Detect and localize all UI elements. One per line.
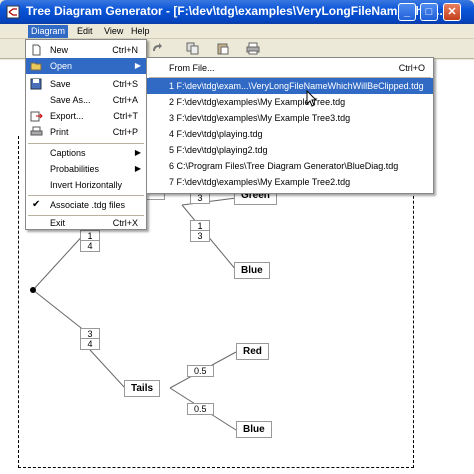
menu-diagram[interactable]: Diagram xyxy=(28,25,69,38)
maximize-button[interactable]: □ xyxy=(420,3,438,21)
menu-view[interactable]: View xyxy=(101,25,126,38)
menu-separator xyxy=(28,195,144,196)
prob-lower-branch[interactable]: 3 4 xyxy=(80,328,100,350)
submenu-arrow-icon: ▶ xyxy=(134,164,141,173)
menu-item-captions[interactable]: Captions ▶ xyxy=(26,145,146,161)
menu-item-print[interactable]: Print Ctrl+P xyxy=(26,124,146,140)
export-icon xyxy=(30,111,43,122)
node-red[interactable]: Red xyxy=(236,343,269,360)
node-blue-lower[interactable]: Blue xyxy=(236,421,272,438)
menu-item-open[interactable]: Open ▶ xyxy=(26,58,146,74)
redo-icon[interactable] xyxy=(150,42,164,55)
menu-item-export[interactable]: Export... Ctrl+T xyxy=(26,108,146,124)
recent-file-4[interactable]: 4 F:\dev\tdg\playing.tdg xyxy=(147,126,433,142)
prob-upper-blue[interactable]: 1 3 xyxy=(190,220,210,242)
app-icon xyxy=(6,5,20,19)
menu-help[interactable]: Help xyxy=(128,25,153,38)
submenu-arrow-icon: ▶ xyxy=(134,61,141,70)
recent-file-6[interactable]: 6 C:\Program Files\Tree Diagram Generato… xyxy=(147,158,433,174)
new-file-icon xyxy=(32,44,41,56)
submenu-item-from-file[interactable]: From File... Ctrl+O xyxy=(147,60,433,76)
menu-bar: Diagram Edit View Help xyxy=(0,24,474,39)
minimize-button[interactable]: _ xyxy=(398,3,416,21)
node-tails[interactable]: Tails xyxy=(124,380,161,397)
check-icon: ✔ xyxy=(32,199,41,210)
copy-icon[interactable] xyxy=(186,42,200,55)
menu-item-invert-horizontally[interactable]: Invert Horizontally xyxy=(26,177,146,193)
title-bar[interactable]: Tree Diagram Generator - [F:\dev\tdg\exa… xyxy=(0,0,474,24)
open-submenu: From File... Ctrl+O 1 F:\dev\tdg\exam...… xyxy=(146,57,434,194)
recent-file-7[interactable]: 7 F:\dev\tdg\examples\My Example Tree2.t… xyxy=(147,174,433,190)
paste-icon[interactable] xyxy=(216,42,230,55)
diagram-menu: New Ctrl+N Open ▶ Save Ctrl+S Save As...… xyxy=(25,39,147,230)
recent-file-5[interactable]: 5 F:\dev\tdg\playing2.tdg xyxy=(147,142,433,158)
menu-item-new[interactable]: New Ctrl+N xyxy=(26,42,146,58)
prob-upper-branch[interactable]: 1 4 xyxy=(80,230,100,252)
print-icon xyxy=(30,126,43,136)
node-blue-upper[interactable]: Blue xyxy=(234,262,270,279)
close-button[interactable]: ✕ xyxy=(443,3,461,21)
recent-file-2[interactable]: 2 F:\dev\tdg\examples\My Example Tree.td… xyxy=(147,94,433,110)
menu-item-exit[interactable]: Exit Ctrl+X xyxy=(26,215,146,231)
save-icon xyxy=(30,78,42,90)
menu-item-save-as[interactable]: Save As... Ctrl+A xyxy=(26,92,146,108)
open-folder-icon xyxy=(30,62,42,71)
submenu-arrow-icon: ▶ xyxy=(134,148,141,157)
menu-item-associate[interactable]: ✔ Associate .tdg files xyxy=(26,197,146,213)
recent-file-1[interactable]: 1 F:\dev\tdg\exam...\VeryLongFileNameWhi… xyxy=(147,78,433,94)
window-title: Tree Diagram Generator - [F:\dev\tdg\exa… xyxy=(26,4,443,18)
recent-file-3[interactable]: 3 F:\dev\tdg\examples\My Example Tree3.t… xyxy=(147,110,433,126)
menu-item-probabilities[interactable]: Probabilities ▶ xyxy=(26,161,146,177)
print-toolbar-icon[interactable] xyxy=(246,42,260,55)
prob-blue[interactable]: 0.5 xyxy=(187,403,214,415)
menu-edit[interactable]: Edit xyxy=(74,25,96,38)
prob-red[interactable]: 0.5 xyxy=(187,365,214,377)
menu-item-save[interactable]: Save Ctrl+S xyxy=(26,76,146,92)
menu-separator xyxy=(28,143,144,144)
app-window: Tree Diagram Generator - [F:\dev\tdg\exa… xyxy=(0,0,474,474)
mouse-cursor-icon xyxy=(306,90,318,107)
